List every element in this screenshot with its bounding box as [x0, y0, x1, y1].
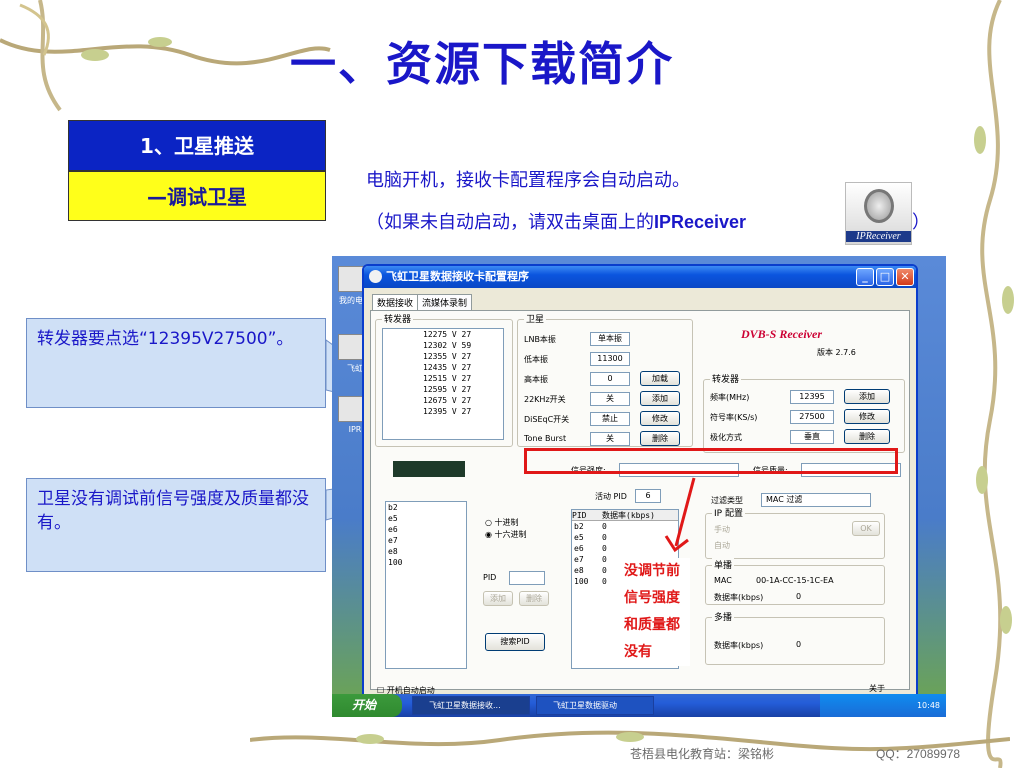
- red-arrow: [664, 477, 696, 553]
- system-tray: 10:48: [820, 694, 946, 717]
- taskbar-item-receiver[interactable]: 飞虹卫星数据接收...: [412, 696, 530, 715]
- start-button[interactable]: 开始: [332, 694, 402, 717]
- taskbar-item-driver[interactable]: 飞虹卫星数据驱动: [536, 696, 654, 715]
- taskbar: 开始 飞虹卫星数据接收... 飞虹卫星数据驱动 10:48: [332, 694, 946, 717]
- start-label: 开始: [352, 698, 377, 712]
- application-screenshot: 我的电脑 飞虹 IPR 飞虹卫星数据接收卡配置程序 _ □ ✕ 数据接收 流媒体录…: [332, 256, 946, 717]
- footer-qq: QQ：27089978: [876, 747, 961, 761]
- footer-credit: 苍梧县电化教育站：梁铭彬: [630, 747, 775, 761]
- clock: 10:48: [916, 701, 940, 710]
